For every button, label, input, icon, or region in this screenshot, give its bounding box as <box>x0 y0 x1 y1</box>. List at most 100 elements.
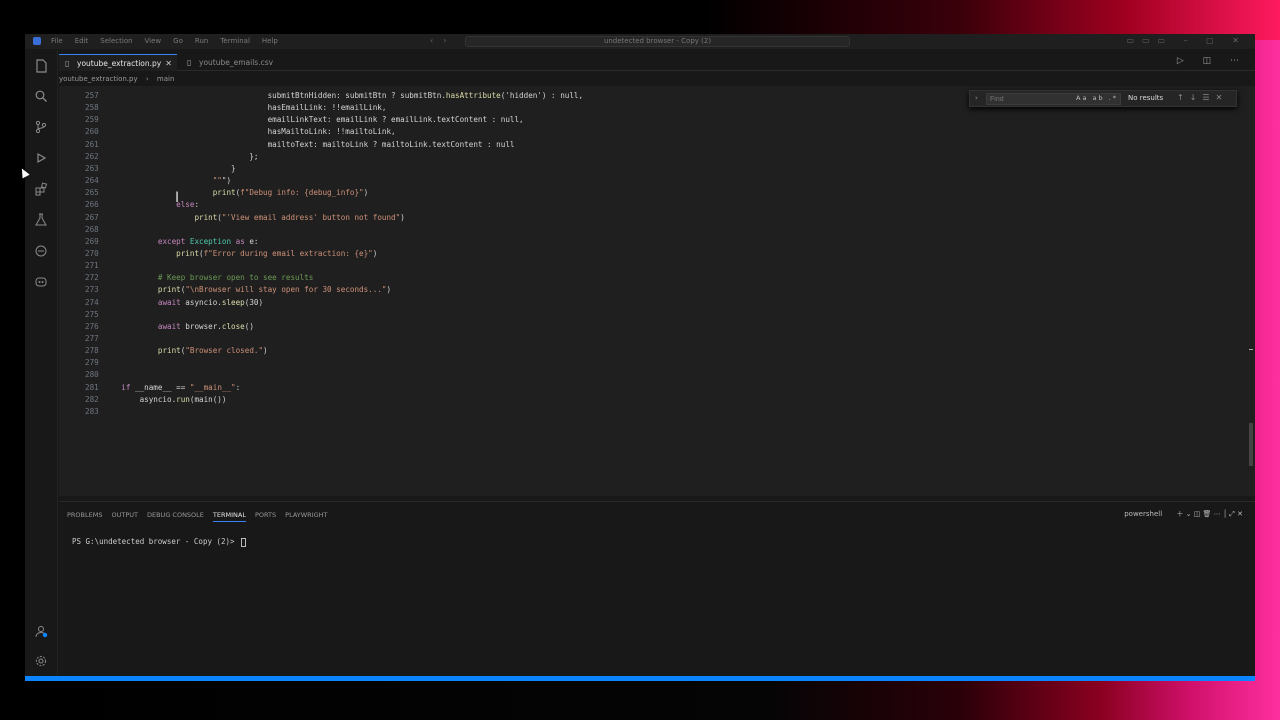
find-input[interactable] <box>987 94 1083 104</box>
editor-tabs: ▯ youtube_extraction.py ✕ ▯ youtube_emai… <box>59 54 1255 71</box>
status-bar[interactable] <box>25 676 1255 681</box>
tab-problems[interactable]: PROBLEMS <box>67 511 102 522</box>
explorer-icon[interactable] <box>34 59 48 73</box>
code-line: 265 print(f"Debug info: {debug_info}") <box>59 187 1239 199</box>
code-line: 279 <box>59 357 1239 369</box>
code-line: 283 <box>59 406 1239 418</box>
code-text: print("\nBrowser will stay open for 30 s… <box>157 285 392 295</box>
code-line: 270 print(f"Error during email extractio… <box>59 248 1239 260</box>
testing-flask-icon[interactable] <box>34 213 48 227</box>
menu-edit[interactable]: Edit <box>75 37 89 45</box>
menu-go[interactable]: Go <box>173 37 183 45</box>
code-text: } <box>103 163 236 173</box>
code-editor[interactable]: 257 submitBtnHidden: submitBtn ? submitB… <box>59 86 1255 496</box>
window-controls[interactable]: ▭▭▭ – ▢ ✕ <box>1126 36 1247 45</box>
code-line: 259 emailLinkText: emailLink ? emailLink… <box>59 114 1239 126</box>
code-line: 267 print("'View email address' button n… <box>59 212 1239 224</box>
code-text: print(f"Error during email extraction: {… <box>176 248 378 258</box>
line-number: 283 <box>85 406 99 416</box>
breadcrumb-file[interactable]: youtube_extraction.py <box>59 75 138 83</box>
menu-file[interactable]: File <box>51 37 63 45</box>
code-line: 266 else: <box>59 199 1239 211</box>
csv-file-icon: ▯ <box>187 58 192 67</box>
activity-bar <box>25 49 58 681</box>
editor-actions[interactable]: ▷ ◫ ⋯ <box>1177 56 1247 66</box>
line-number: 271 <box>85 261 99 271</box>
code-line: 263 } <box>59 163 1239 175</box>
menu-selection[interactable]: Selection <box>100 37 132 45</box>
code-line: 271 <box>59 260 1239 272</box>
find-field: Aa ab .* <box>986 93 1121 105</box>
code-text: # Keep browser open to see results <box>103 273 314 283</box>
settings-gear-icon[interactable] <box>34 654 48 668</box>
extensions-icon[interactable] <box>34 182 48 196</box>
code-text: if __name__ == "__main__": <box>121 382 241 392</box>
copilot-icon[interactable] <box>34 275 48 289</box>
menu-run[interactable]: Run <box>195 37 208 45</box>
code-text: else: <box>176 200 200 210</box>
tab-youtube-extraction[interactable]: ▯ youtube_extraction.py ✕ <box>59 54 177 71</box>
code-text: mailtoText: mailtoLink ? mailtoLink.text… <box>103 139 515 149</box>
tab-debug-console[interactable]: DEBUG CONSOLE <box>147 511 204 522</box>
code-text: await asyncio.sleep(30) <box>157 297 264 307</box>
line-number: 277 <box>85 334 99 343</box>
line-number: 275 <box>85 309 99 319</box>
source-control-icon[interactable] <box>34 120 48 134</box>
tab-terminal[interactable]: TERMINAL <box>212 511 246 522</box>
panel-action-icons[interactable]: ＋ ⌄ ◫ 🗑 ⋯ │ ⤢ ✕ <box>1176 510 1243 518</box>
breadcrumb: youtube_extraction.py › main <box>59 72 180 86</box>
code-text: submitBtnHidden: submitBtn ? submitBtn.h… <box>103 91 584 100</box>
toggle-replace-icon[interactable]: › <box>975 94 978 102</box>
code-text: await browser.close() <box>157 321 254 331</box>
search-icon[interactable] <box>34 89 48 103</box>
tab-youtube-emails[interactable]: ▯ youtube_emails.csv <box>181 54 281 71</box>
menu-bar: File Edit Selection View Go Run Terminal… <box>51 37 278 45</box>
title-bar: File Edit Selection View Go Run Terminal… <box>25 34 1255 49</box>
terminal-shell-label[interactable]: powershell <box>1124 510 1162 518</box>
code-line: 273 print("\nBrowser will stay open for … <box>59 284 1239 296</box>
code-line: 274 await asyncio.sleep(30) <box>59 297 1239 309</box>
terminal-cursor <box>241 537 247 547</box>
tab-playwright[interactable]: PLAYWRIGHT <box>285 511 327 522</box>
tab-label: youtube_emails.csv <box>199 58 274 67</box>
tab-output[interactable]: OUTPUT <box>111 511 138 522</box>
command-center-search[interactable]: undetected browser - Copy (2) <box>465 36 850 47</box>
code-line: 272 # Keep browser open to see results <box>59 272 1239 284</box>
overview-ruler-mark <box>1249 349 1253 350</box>
close-tab-icon[interactable]: ✕ <box>165 55 172 72</box>
code-text: print(f"Debug info: {debug_info}") <box>212 188 369 198</box>
code-text: """) <box>212 176 232 186</box>
code-line: 264 """) <box>59 175 1239 187</box>
code-text: hasEmailLink: !!emailLink, <box>103 103 387 113</box>
terminal-output[interactable]: PS G:\undetected browser - Copy (2)> <box>72 537 247 547</box>
run-debug-icon[interactable] <box>34 151 48 165</box>
code-line: 278 print("Browser closed.") <box>59 345 1239 357</box>
bottom-panel: PROBLEMS OUTPUT DEBUG CONSOLE TERMINAL P… <box>59 501 1255 679</box>
code-line: 282 asyncio.run(main()) <box>59 394 1239 406</box>
code-line: 277 <box>59 333 1239 345</box>
vscode-logo-icon <box>33 37 41 45</box>
menu-help[interactable]: Help <box>262 37 278 45</box>
find-nav-buttons[interactable]: ↑↓☰✕ <box>1177 93 1228 102</box>
tab-ports[interactable]: PORTS <box>255 511 276 522</box>
code-line: 269 except Exception as e: <box>59 236 1239 248</box>
code-line: 280 <box>59 369 1239 381</box>
nav-back-forward-icon[interactable]: ‹› <box>430 36 456 45</box>
code-line: 262 }; <box>59 151 1239 163</box>
editor-scrollbar[interactable] <box>1249 423 1253 466</box>
breadcrumb-separator: › <box>145 75 149 83</box>
remote-explorer-icon[interactable] <box>34 244 48 258</box>
accounts-icon[interactable] <box>34 624 48 638</box>
code-line: 276 await browser.close() <box>59 321 1239 333</box>
text-cursor-icon: I <box>175 190 180 206</box>
breadcrumb-symbol[interactable]: main <box>157 75 175 83</box>
find-options[interactable]: Aa ab .* <box>1076 94 1118 102</box>
code-text: emailLinkText: emailLink ? emailLink.tex… <box>103 115 524 125</box>
code-line: 261 mailtoText: mailtoLink ? mailtoLink.… <box>59 139 1239 151</box>
python-file-icon: ▯ <box>65 59 70 68</box>
menu-view[interactable]: View <box>145 37 162 45</box>
menu-terminal[interactable]: Terminal <box>220 37 250 45</box>
tab-label: youtube_extraction.py <box>77 59 162 68</box>
line-number: 280 <box>85 370 99 380</box>
code-line: 281 if __name__ == "__main__": <box>59 382 1239 394</box>
